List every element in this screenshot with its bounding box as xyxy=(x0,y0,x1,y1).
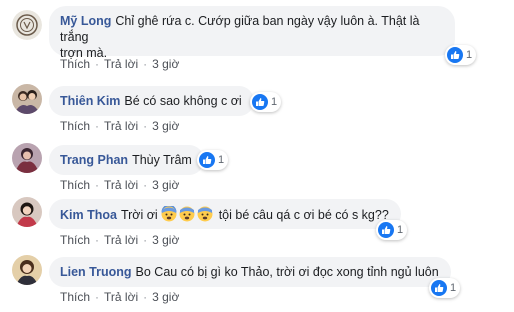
separator-dot: · xyxy=(95,178,100,192)
timestamp-link[interactable]: 3 giờ xyxy=(152,290,179,304)
fearful-face-icon xyxy=(197,206,213,222)
reaction-count[interactable]: 1 xyxy=(376,220,408,240)
comment-author[interactable]: Lien Truong xyxy=(60,265,132,279)
comment-author[interactable]: Kim Thoa xyxy=(60,208,117,222)
comment-actions: Thích · Trả lời · 3 giờ xyxy=(60,57,179,71)
like-link[interactable]: Thích xyxy=(60,119,90,133)
avatar[interactable] xyxy=(12,84,42,114)
fearful-face-icon xyxy=(161,206,177,222)
like-reaction-icon xyxy=(199,152,215,168)
comment-text: Chỉ ghê rứa c. Cướp giữa ban ngày vậy lu… xyxy=(60,14,420,44)
comment-actions: Thích · Trả lời · 3 giờ xyxy=(60,233,179,247)
comment-text: Thùy Trâm xyxy=(132,153,192,167)
reply-link[interactable]: Trả lời xyxy=(104,233,138,247)
comment-author[interactable]: Trang Phan xyxy=(60,153,128,167)
like-link[interactable]: Thích xyxy=(60,290,90,304)
reaction-count[interactable]: 1 xyxy=(429,278,461,298)
reaction-count[interactable]: 1 xyxy=(197,150,229,170)
reaction-number: 1 xyxy=(450,282,457,294)
like-reaction-icon xyxy=(378,222,394,238)
separator-dot: · xyxy=(143,119,148,133)
reply-link[interactable]: Trả lời xyxy=(104,119,138,133)
separator-dot: · xyxy=(95,290,100,304)
reply-link[interactable]: Trả lời xyxy=(104,290,138,304)
comment-author[interactable]: Mỹ Long xyxy=(60,14,111,28)
like-reaction-icon xyxy=(431,280,447,296)
separator-dot: · xyxy=(143,57,148,71)
comment-bubble: Kim Thoa Trời ơi tội bé câu qá c ơi bé có… xyxy=(49,199,401,229)
comment-actions: Thích · Trả lời · 3 giờ xyxy=(60,119,179,133)
comment-bubble: Mỹ Long Chỉ ghê rứa c. Cướp giữa ban ngày… xyxy=(49,6,455,60)
fearful-face-icon xyxy=(179,206,195,222)
separator-dot: · xyxy=(143,290,148,304)
separator-dot: · xyxy=(95,57,100,71)
comment-actions: Thích · Trả lời · 3 giờ xyxy=(60,178,179,192)
timestamp-link[interactable]: 3 giờ xyxy=(152,119,179,133)
reaction-number: 1 xyxy=(397,224,404,236)
reply-link[interactable]: Trả lời xyxy=(104,178,138,192)
separator-dot: · xyxy=(143,233,148,247)
avatar[interactable] xyxy=(12,10,42,40)
comment-text: Bo Cau có bị gì ko Thảo, trời ơi đọc xon… xyxy=(135,265,439,279)
avatar[interactable] xyxy=(12,143,42,173)
reaction-count[interactable]: 1 xyxy=(250,92,282,112)
separator-dot: · xyxy=(95,233,100,247)
reaction-number: 1 xyxy=(218,154,225,166)
reaction-count[interactable]: 1 xyxy=(445,45,477,65)
avatar[interactable] xyxy=(12,197,42,227)
comment-author[interactable]: Thiên Kim xyxy=(60,94,120,108)
separator-dot: · xyxy=(143,178,148,192)
reply-link[interactable]: Trả lời xyxy=(104,57,138,71)
comment-actions: Thích · Trả lời · 3 giờ xyxy=(60,290,179,304)
avatar[interactable] xyxy=(12,255,42,285)
like-link[interactable]: Thích xyxy=(60,178,90,192)
reaction-number: 1 xyxy=(271,96,278,108)
comment-bubble: Trang Phan Thùy Trâm xyxy=(49,145,204,175)
timestamp-link[interactable]: 3 giờ xyxy=(152,57,179,71)
like-link[interactable]: Thích xyxy=(60,233,90,247)
like-reaction-icon xyxy=(252,94,268,110)
comment-bubble: Thiên Kim Bé có sao không c ơi xyxy=(49,86,254,116)
timestamp-link[interactable]: 3 giờ xyxy=(152,178,179,192)
timestamp-link[interactable]: 3 giờ xyxy=(152,233,179,247)
like-reaction-icon xyxy=(447,47,463,63)
comment-text-continued: tội bé câu qá c ơi bé có s kg?? xyxy=(218,208,389,222)
comment-text: Bé có sao không c ơi xyxy=(124,94,242,108)
separator-dot: · xyxy=(95,119,100,133)
comment-text: Trời ơi xyxy=(120,208,158,222)
comment-bubble: Lien Truong Bo Cau có bị gì ko Thảo, trời… xyxy=(49,257,451,287)
reaction-number: 1 xyxy=(466,49,473,61)
like-link[interactable]: Thích xyxy=(60,57,90,71)
